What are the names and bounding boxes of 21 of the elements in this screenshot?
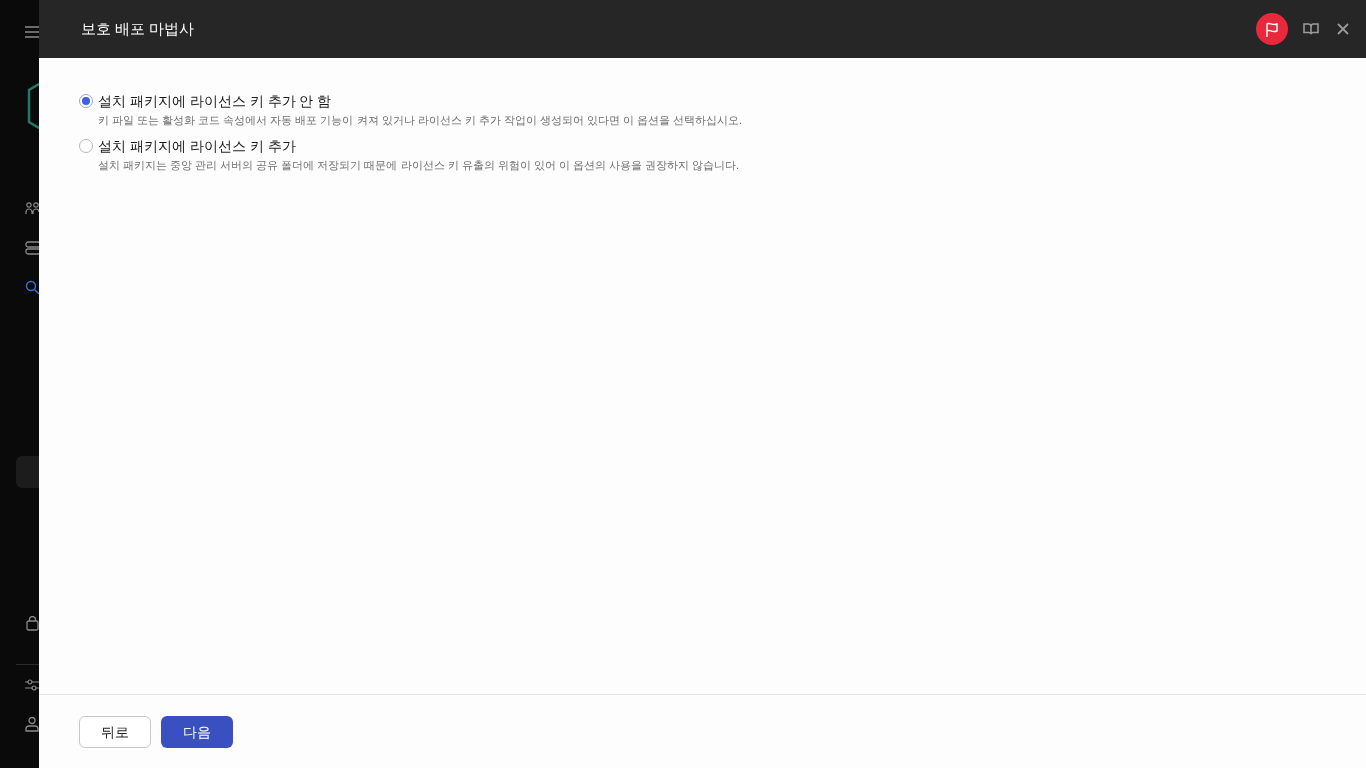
option-label[interactable]: 설치 패키지에 라이선스 키 추가 안 함 [98, 91, 332, 111]
hexagon-logo-icon [27, 83, 39, 129]
search-icon[interactable] [25, 280, 39, 294]
book-icon[interactable] [1303, 23, 1319, 35]
option-label[interactable]: 설치 패키지에 라이선스 키 추가 [98, 136, 296, 156]
menu-icon[interactable] [25, 26, 39, 38]
next-button[interactable]: 다음 [161, 716, 233, 748]
window-title: 보호 배포 마법사 [81, 18, 196, 39]
people-icon[interactable] [25, 202, 39, 215]
option-description: 키 파일 또는 활성화 코드 속성에서 자동 배포 기능이 켜져 있거나 라이선스 키 추가 작업이 생성되어 있다면 이 옵션을 선택하십시오. [97, 113, 744, 128]
radio-button[interactable] [79, 94, 93, 108]
close-icon[interactable] [1337, 23, 1349, 35]
server-icon[interactable] [25, 241, 39, 255]
radio-button[interactable] [79, 139, 93, 153]
sliders-icon[interactable] [25, 677, 39, 693]
flag-icon [1265, 21, 1279, 37]
back-button[interactable]: 뒤로 [79, 716, 151, 748]
user-icon[interactable] [25, 716, 39, 732]
bag-icon[interactable] [26, 616, 39, 631]
flag-button[interactable] [1256, 13, 1288, 45]
option-description: 설치 패키지는 중앙 관리 서버의 공유 폴더에 저장되기 때문에 라이선스 키 유출의 위험이 있어 이 옵션의 사용을 권장하지 않습니다. [97, 158, 741, 173]
